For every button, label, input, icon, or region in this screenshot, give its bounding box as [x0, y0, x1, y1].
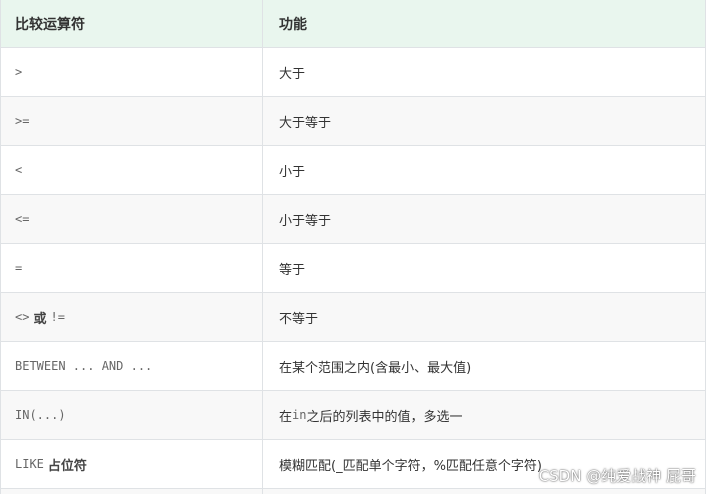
comparison-operators-table: 比较运算符 功能 > 大于 >= 大于等于 < 小于 <= 小于等于 = 等于 … [0, 0, 706, 494]
operator-code: < [15, 163, 23, 177]
operator-cell: <= [1, 195, 263, 243]
table-row-partial [1, 489, 705, 494]
operator-code: = [15, 261, 23, 275]
function-cell: 在某个范围之内(含最小、最大值) [279, 360, 472, 376]
table-row: <> 或 != 不等于 [1, 293, 705, 342]
operator-code: <> [15, 310, 30, 324]
operator-code-alt: != [50, 310, 65, 324]
table-row: BETWEEN ... AND ... 在某个范围之内(含最小、最大值) [1, 342, 705, 391]
function-cell: 小于 [279, 164, 306, 180]
table-row: > 大于 [1, 48, 705, 97]
function-cell: 等于 [279, 262, 306, 278]
operator-code: IN(...) [15, 408, 66, 422]
header-operator: 比较运算符 [1, 0, 263, 47]
table-row: < 小于 [1, 146, 705, 195]
operator-cell: > [1, 48, 263, 96]
operator-code: LIKE [15, 457, 44, 471]
operator-code: <= [15, 212, 30, 226]
function-text-pre: 在 [279, 409, 293, 425]
function-cell: 在 in 之后的列表中的值，多选一 [263, 391, 705, 439]
header-function: 功能 [279, 16, 307, 33]
operator-cell [1, 489, 263, 494]
operator-cell: <> 或 != [1, 293, 263, 341]
function-cell [263, 489, 705, 494]
function-cell: 小于等于 [279, 213, 332, 229]
operator-cell: LIKE 占位符 [1, 440, 263, 488]
operator-code: >= [15, 114, 30, 128]
operator-cell: BETWEEN ... AND ... [1, 342, 263, 390]
operator-cell: >= [1, 97, 263, 145]
function-cell: 不等于 [279, 311, 319, 327]
function-text-post: 之后的列表中的值，多选一 [306, 409, 463, 425]
table-row: IN(...) 在 in 之后的列表中的值，多选一 [1, 391, 705, 440]
csdn-watermark: CSDN @纯爱战神 屁哥 [538, 467, 696, 485]
function-cell: 大于等于 [279, 115, 332, 131]
operator-code: BETWEEN ... AND ... [15, 359, 153, 373]
table-row: = 等于 [1, 244, 705, 293]
table-row: <= 小于等于 [1, 195, 705, 244]
operator-cell: IN(...) [1, 391, 263, 439]
operator-cell: = [1, 244, 263, 292]
operator-or-text: 或 [33, 311, 47, 327]
operator-code: > [15, 65, 23, 79]
table-row: >= 大于等于 [1, 97, 705, 146]
table-header-row: 比较运算符 功能 [1, 0, 705, 48]
operator-placeholder-text: 占位符 [47, 458, 87, 474]
operator-cell: < [1, 146, 263, 194]
function-code: in [292, 408, 307, 422]
function-cell: 大于 [279, 66, 306, 82]
